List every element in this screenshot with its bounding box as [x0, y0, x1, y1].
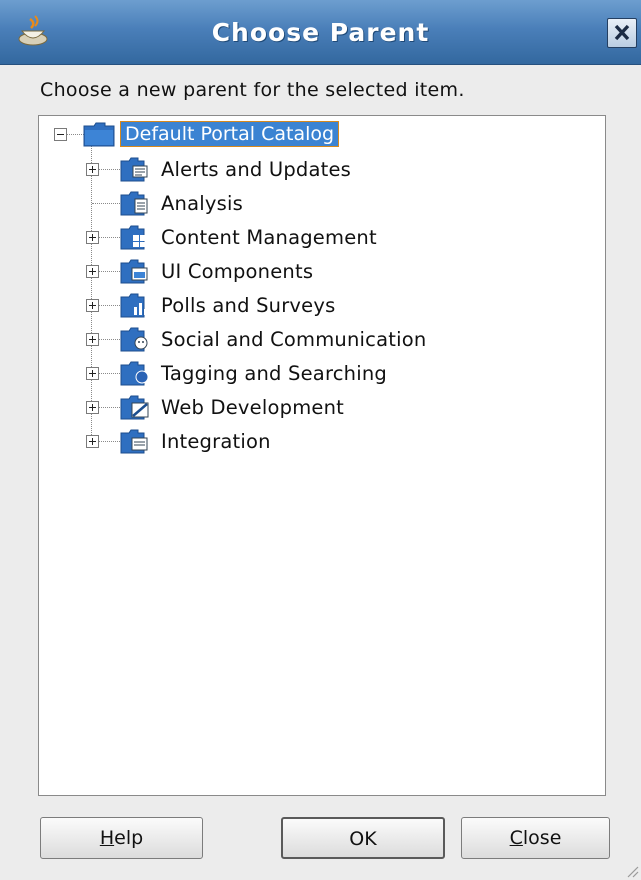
polls-folder-icon [120, 293, 147, 318]
tree-node-label: Alerts and Updates [161, 158, 352, 181]
expand-toggle-icon[interactable] [86, 265, 99, 278]
tree-node-web-development[interactable]: Web Development [0, 392, 600, 424]
close-mnemonic: C [509, 827, 523, 849]
instruction-text: Choose a new parent for the selected ite… [40, 79, 465, 101]
close-icon [614, 24, 630, 41]
tree-node-label: UI Components [161, 260, 314, 283]
ui-components-folder-icon [120, 259, 148, 284]
tree-node-label: Integration [161, 430, 271, 453]
help-mnemonic: H [99, 827, 115, 849]
dialog-title: Choose Parent [211, 18, 430, 47]
tree-node-social-and-communication[interactable]: Social and Communication [0, 324, 600, 356]
content-folder-icon [120, 225, 146, 250]
tree-node-alerts-and-updates[interactable]: Alerts and Updates [0, 154, 600, 186]
tree-node-label: Tagging and Searching [161, 362, 387, 385]
tree-guide-line [92, 203, 122, 204]
analysis-folder-icon [120, 191, 148, 216]
expand-toggle-icon[interactable] [86, 231, 99, 244]
expand-toggle-icon[interactable] [86, 367, 99, 380]
close-button[interactable]: Close [461, 817, 610, 859]
help-label: elp [114, 827, 144, 849]
choose-parent-dialog: Choose Parent Choose a new parent for th… [0, 0, 641, 880]
ok-button[interactable]: OK [281, 817, 445, 859]
tagging-folder-icon [120, 361, 149, 386]
resize-grip-icon[interactable] [625, 864, 639, 878]
alerts-folder-icon [120, 157, 148, 182]
tree-node-label: Social and Communication [161, 328, 427, 351]
social-folder-icon [120, 327, 148, 352]
help-button[interactable]: Help [40, 817, 203, 859]
collapse-toggle-icon[interactable] [54, 128, 67, 141]
expand-toggle-icon[interactable] [86, 299, 99, 312]
expand-toggle-icon[interactable] [86, 401, 99, 414]
expand-toggle-icon[interactable] [86, 435, 99, 448]
tree-node-polls-and-surveys[interactable]: Polls and Surveys [0, 290, 600, 322]
webdev-folder-icon [120, 395, 149, 420]
tree-node-label: Web Development [161, 396, 344, 419]
tree-node-analysis[interactable]: Analysis [0, 188, 600, 220]
tree-node-integration[interactable]: Integration [0, 426, 600, 458]
tree-node-label: Polls and Surveys [161, 294, 336, 317]
tree-node-content-management[interactable]: Content Management [0, 222, 600, 254]
close-label: lose [522, 827, 562, 849]
tree-node-label: Content Management [161, 226, 377, 249]
window-close-button[interactable] [607, 18, 637, 48]
expand-toggle-icon[interactable] [86, 333, 99, 346]
tree-node-ui-components[interactable]: UI Components [0, 256, 600, 288]
integration-folder-icon [120, 429, 148, 454]
expand-toggle-icon[interactable] [86, 163, 99, 176]
tree-node-label: Analysis [161, 192, 243, 215]
tree-node-tagging-and-searching[interactable]: Tagging and Searching [0, 358, 600, 390]
tree-node-default-portal-catalog[interactable]: Default Portal Catalog [120, 121, 340, 147]
tree-guide-line [66, 134, 84, 135]
root-folder-icon [83, 122, 115, 147]
title-bar[interactable]: Choose Parent [0, 0, 641, 65]
